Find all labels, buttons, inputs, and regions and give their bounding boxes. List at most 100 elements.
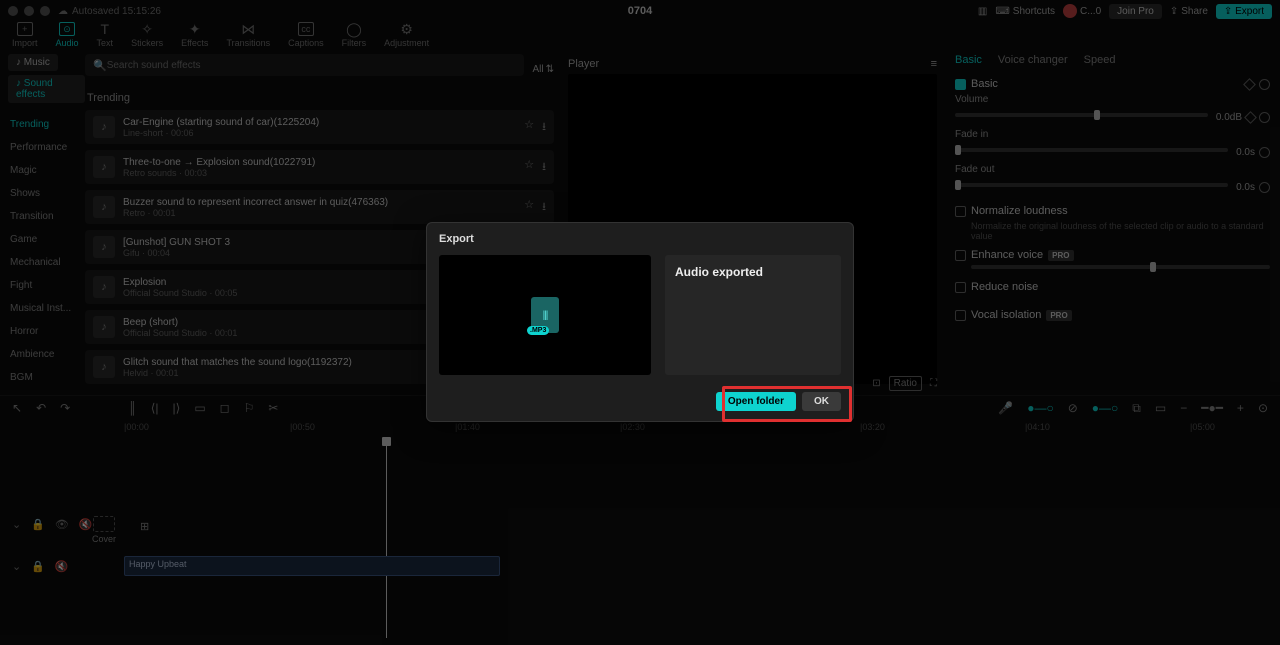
cat-performance[interactable]: Performance [8,136,85,159]
visible-icon[interactable]: 👁 [55,518,69,531]
transitions-tab[interactable]: ⋈Transitions [226,22,270,48]
cat-bgm[interactable]: BGM [8,366,85,389]
download-icon[interactable]: ⭳ [542,158,546,177]
toggle-2[interactable]: ●—○ [1092,401,1119,415]
cat-ambience[interactable]: Ambience [8,343,85,366]
basic-checkbox[interactable] [955,79,966,90]
stickers-tab[interactable]: ✧Stickers [131,22,163,48]
zoom-out-icon[interactable]: − [1180,401,1187,415]
sound-item[interactable]: ♪Three-to-one → Explosion sound(1022791)… [85,150,554,184]
keyframe-icon[interactable] [1243,78,1256,91]
preview-icon[interactable]: ▭ [1155,401,1166,415]
trim-right-icon[interactable]: |⟩ [173,401,181,415]
chevron-down-icon[interactable]: ⌄ [12,560,21,573]
search-input[interactable] [107,60,517,71]
cat-game[interactable]: Game [8,228,85,251]
download-icon[interactable]: ⭳ [542,198,546,217]
trim-left-icon[interactable]: ⟨| [151,401,159,415]
close-dot[interactable] [8,6,18,16]
fav-icon[interactable]: ☆ [524,198,534,217]
cat-horror[interactable]: Horror [8,320,85,343]
flag-icon[interactable]: ⚐ [244,401,255,415]
music-chip[interactable]: ♪ Music [8,54,58,71]
share-button[interactable]: ⇪ Share [1170,6,1208,17]
filter-all[interactable]: All ⇅ [532,64,554,75]
cat-transition[interactable]: Transition [8,205,85,228]
ratio-button[interactable]: Ratio [889,376,922,391]
timeline-body[interactable]: ⌄ 🔒 👁 🔇 Cover ⊞ ⌄ 🔒 🔇 Happy Upbeat [0,438,1280,638]
player-menu-icon[interactable]: ≡ [931,58,937,70]
lock-icon[interactable]: 🔒 [31,560,45,573]
text-tab[interactable]: TText [97,22,114,48]
delete-icon[interactable]: ▭ [194,401,205,415]
playhead[interactable] [386,438,387,638]
timeline-ruler[interactable]: |00:00 |00:50 |01:40 |02:30 |03:20 |04:1… [0,420,1280,438]
keyframe-icon[interactable] [1244,111,1257,124]
min-dot[interactable] [24,6,34,16]
tab-voice[interactable]: Voice changer [998,54,1068,66]
audio-clip[interactable]: Happy Upbeat [124,556,500,576]
tab-speed[interactable]: Speed [1084,54,1116,66]
cover-slot[interactable]: Cover [90,516,118,544]
fullscreen-icon[interactable]: ⛶ [930,378,937,389]
redo-icon[interactable]: ↷ [60,401,70,415]
sound-item[interactable]: ♪Buzzer sound to represent incorrect ans… [85,190,554,224]
fit-icon[interactable]: ⊙ [1258,401,1268,415]
fav-icon[interactable]: ☆ [524,158,534,177]
tab-basic[interactable]: Basic [955,54,982,66]
zoom-in-icon[interactable]: + [1237,401,1244,415]
sound-item[interactable]: ♪Car-Engine (starting sound of car)(1225… [85,110,554,144]
soundfx-chip[interactable]: ♪ Sound effects [8,75,85,103]
enhance-checkbox[interactable] [955,250,966,261]
snap-icon[interactable]: ⧉ [1132,401,1141,416]
max-dot[interactable] [40,6,50,16]
captions-tab[interactable]: ccCaptions [288,22,324,48]
split-icon[interactable]: ║ [128,401,137,415]
cat-magic[interactable]: Magic [8,159,85,182]
vocal-checkbox[interactable] [955,310,966,321]
fav-icon[interactable]: ☆ [524,118,534,137]
cat-shows[interactable]: Shows [8,182,85,205]
normalize-checkbox[interactable] [955,206,966,217]
mute-icon[interactable]: 🔇 [55,560,69,573]
chevron-down-icon[interactable]: ⌄ [12,518,21,531]
shortcuts-link[interactable]: ⌨ Shortcuts [995,6,1055,17]
lock-icon[interactable]: 🔒 [31,518,45,531]
layout-icon[interactable]: ▥ [978,6,987,17]
window-controls[interactable] [8,6,50,16]
adjustment-tab[interactable]: ⚙Adjustment [384,22,429,48]
mic-icon[interactable]: 🎤 [998,401,1013,415]
enhance-label: Enhance voice [971,249,1043,261]
pointer-icon[interactable]: ↖ [12,401,22,415]
join-pro-button[interactable]: Join Pro [1109,4,1162,19]
download-icon[interactable]: ⭳ [542,118,546,137]
zoom-slider[interactable]: ━●━ [1201,401,1223,415]
cat-trending[interactable]: Trending [8,113,85,136]
cat-mechanical[interactable]: Mechanical [8,251,85,274]
crop-icon[interactable]: ✂ [268,401,278,415]
user-menu[interactable]: C...0 [1063,4,1101,18]
toggle-1[interactable]: ●—○ [1027,401,1054,415]
volume-slider[interactable] [955,113,1208,117]
undo-icon[interactable]: ↶ [36,401,46,415]
reset-icon[interactable] [1259,182,1270,193]
cat-fight[interactable]: Fight [8,274,85,297]
reset-icon[interactable] [1259,147,1270,158]
search-box[interactable]: 🔍 [85,54,524,76]
filters-tab[interactable]: ◯Filters [342,22,367,48]
reset-icon[interactable] [1259,79,1270,90]
enhance-slider[interactable] [971,265,1270,269]
compare-icon[interactable]: ⊡ [872,378,880,389]
fadeout-slider[interactable] [955,183,1228,187]
effects-tab[interactable]: ✦Effects [181,22,208,48]
fadein-slider[interactable] [955,148,1228,152]
reset-icon[interactable] [1259,112,1270,123]
export-button[interactable]: ⇪ Export [1216,4,1272,19]
marker-icon[interactable]: ◻ [220,401,230,415]
audio-tab[interactable]: ⊙Audio [56,22,79,48]
add-track-icon[interactable]: ⊞ [140,520,149,533]
link-icon[interactable]: ⊘ [1068,401,1078,415]
import-tab[interactable]: +Import [12,22,38,48]
reduce-checkbox[interactable] [955,282,966,293]
cat-musical[interactable]: Musical Inst... [8,297,85,320]
